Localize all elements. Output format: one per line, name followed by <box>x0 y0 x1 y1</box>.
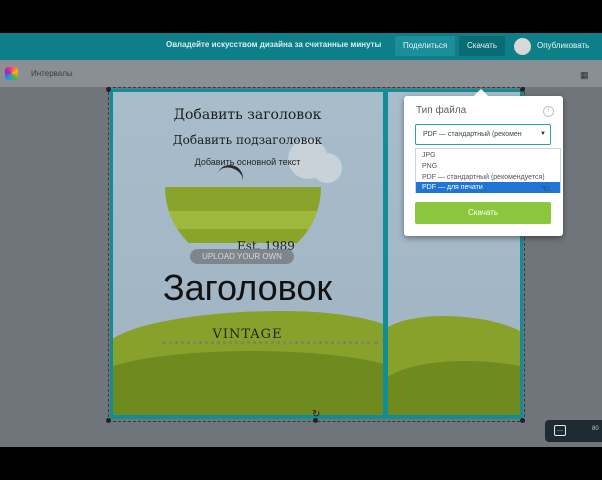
mouse-cursor-icon: ☜ <box>541 184 550 195</box>
circle-band <box>165 211 321 229</box>
ornament-divider <box>162 341 378 344</box>
vintage-text[interactable]: VINTAGE <box>112 327 383 342</box>
resize-handle[interactable] <box>520 418 525 423</box>
chat-widget-text: 80 <box>592 426 599 432</box>
file-type-label: Тип файла <box>416 105 467 116</box>
popup-download-button[interactable]: Скачать <box>415 202 551 224</box>
hill-shape <box>388 361 520 415</box>
intervals-button[interactable]: Интервалы <box>31 69 73 78</box>
chevron-down-icon: ▼ <box>540 131 546 137</box>
publish-button[interactable]: Опубликовать <box>537 36 589 56</box>
download-button[interactable]: Скачать <box>459 36 505 56</box>
promo-text[interactable]: Овладейте искусством дизайна за считанны… <box>166 40 381 49</box>
option-jpg[interactable]: JPG <box>416 150 560 161</box>
resize-handle[interactable] <box>106 418 111 423</box>
chat-widget[interactable]: … 80 <box>545 420 602 442</box>
resize-handle[interactable] <box>520 87 525 92</box>
app-frame: Овладейте искусством дизайна за считанны… <box>0 33 602 447</box>
subheading-text[interactable]: Добавить подзаголовок <box>112 133 383 147</box>
file-type-options-list: JPG PNG PDF — стандартный (рекомендуется… <box>415 148 561 193</box>
big-title-text[interactable]: Заголовок <box>112 267 383 309</box>
grid-icon[interactable]: ▦ <box>580 70 589 81</box>
avatar[interactable] <box>514 38 531 55</box>
editor-toolbar: Интервалы ▦ <box>0 60 602 87</box>
top-header-bar: Овладейте искусством дизайна за считанны… <box>0 33 602 60</box>
info-icon[interactable]: i <box>543 106 554 117</box>
hill-shape <box>112 351 383 415</box>
file-type-select[interactable]: PDF — стандартный (рекомен ▼ <box>415 124 551 145</box>
left-page[interactable]: Добавить заголовок Добавить подзаголовок… <box>112 91 383 415</box>
file-type-selected-value: PDF — стандартный (рекомен <box>423 131 522 138</box>
heading-text[interactable]: Добавить заголовок <box>112 107 383 123</box>
upload-your-own-button[interactable]: UPLOAD YOUR OWN <box>190 249 294 264</box>
option-png[interactable]: PNG <box>416 161 560 172</box>
share-button[interactable]: Поделиться <box>395 36 456 56</box>
canvas-edge <box>110 89 113 419</box>
option-pdf-print[interactable]: PDF — для печати <box>416 182 560 193</box>
page-divider <box>383 89 388 419</box>
app-logo-icon[interactable] <box>5 67 18 80</box>
download-popup: Тип файла i PDF — стандартный (рекомен ▼… <box>404 88 563 236</box>
canvas-edge <box>110 89 523 92</box>
rotate-handle-icon[interactable]: ↻ <box>312 409 320 420</box>
chat-icon[interactable]: … <box>554 425 566 436</box>
body-text[interactable]: Добавить основной текст <box>112 157 383 167</box>
resize-handle[interactable] <box>106 87 111 92</box>
